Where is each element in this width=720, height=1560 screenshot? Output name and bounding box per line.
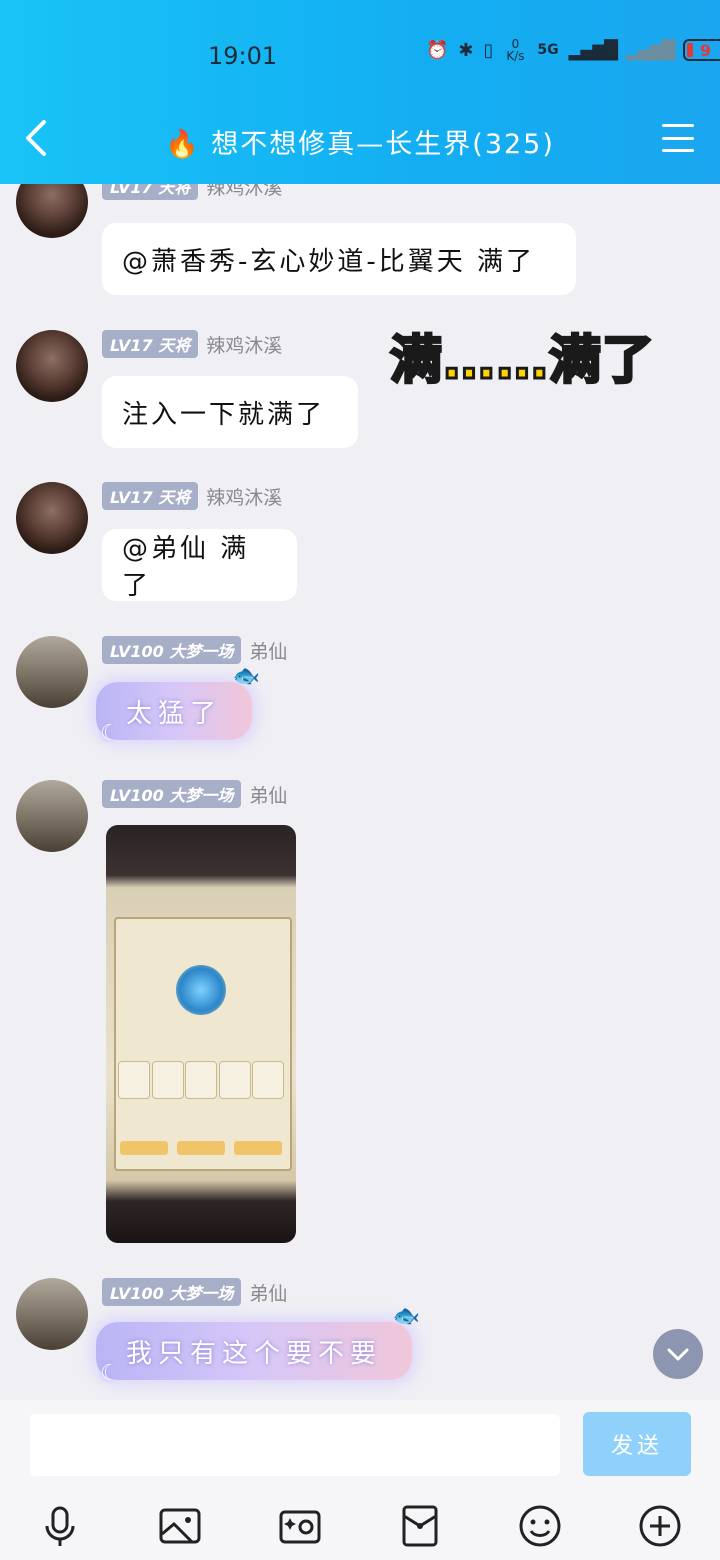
avatar[interactable]: [16, 780, 88, 852]
chat-title: 🔥 想不想修真—长生界(325): [0, 122, 720, 161]
sender-meta: LV17 天将 辣鸡沐溪: [102, 330, 282, 358]
treasure-icon: [176, 965, 226, 1015]
fire-icon: 🔥: [165, 129, 201, 160]
moon-icon: ☾: [100, 1361, 126, 1386]
sender-meta: LV100 大梦一场 弟仙: [102, 1278, 287, 1306]
camera-icon[interactable]: [276, 1502, 324, 1550]
message-bubble-fancy[interactable]: 太猛了 🐟 ☾: [96, 664, 260, 746]
game-panel: [114, 917, 292, 1171]
avatar[interactable]: [16, 184, 88, 238]
chat-title-text: 想不想修真—长生界(325): [211, 129, 555, 160]
sender-meta: LV100 大梦一场 弟仙: [102, 780, 287, 808]
image-icon[interactable]: [156, 1502, 204, 1550]
emoji-icon[interactable]: [516, 1502, 564, 1550]
avatar[interactable]: [16, 636, 88, 708]
level-badge: LV100 大梦一场: [102, 636, 242, 664]
avatar[interactable]: [16, 1278, 88, 1350]
alarm-icon: ⏰: [426, 39, 449, 61]
app-header: 19:01 ⏰ ✱ ▯ 0 K/s 5G ▂▄▆█ ▂▄▆█ 9 🔥 想不想修真…: [0, 0, 720, 184]
sender-name: 弟仙: [249, 1282, 288, 1305]
input-bar: 发送: [0, 1400, 720, 1492]
red-packet-icon[interactable]: [396, 1502, 444, 1550]
avatar[interactable]: [16, 482, 88, 554]
sender-meta: LV100 大梦一场 弟仙: [102, 636, 287, 664]
fish-icon: 🐟: [392, 1304, 427, 1329]
level-badge: LV100 大梦一场: [102, 1278, 242, 1306]
input-toolbar: [0, 1492, 720, 1560]
send-button[interactable]: 发送: [583, 1412, 691, 1476]
sender-name: 辣鸡沐溪: [206, 334, 283, 357]
item-row: [118, 1061, 284, 1101]
image-message[interactable]: [106, 825, 296, 1243]
message-bubble[interactable]: @弟仙 满了: [102, 529, 297, 601]
message-input[interactable]: [30, 1414, 560, 1476]
signal2-icon: ▂▄▆█: [626, 39, 675, 61]
net-speed: 0 K/s: [506, 37, 525, 63]
level-badge: LV17 天将: [102, 330, 199, 358]
game-buttons: [120, 1141, 282, 1155]
battery-icon: 9: [683, 39, 720, 61]
chevron-down-icon: [667, 1348, 689, 1361]
fish-icon: 🐟: [232, 664, 267, 689]
status-time: 19:01: [208, 42, 278, 70]
message-text: 太猛了: [126, 698, 223, 729]
level-badge: LV17 天将: [102, 482, 199, 510]
avatar[interactable]: [16, 330, 88, 402]
network-label: 5G: [537, 42, 559, 58]
level-badge: LV100 大梦一场: [102, 780, 242, 808]
status-icons: ⏰ ✱ ▯ 0 K/s 5G ▂▄▆█ ▂▄▆█ 9: [426, 38, 720, 62]
scroll-down-button[interactable]: [653, 1329, 703, 1379]
sender-meta: LV17 天将 辣鸡沐溪: [102, 482, 282, 510]
bluetooth-icon: ✱: [458, 39, 474, 61]
vibrate-icon: ▯: [483, 39, 494, 61]
sender-name: 辣鸡沐溪: [206, 486, 283, 509]
message-bubble[interactable]: 注入一下就满了: [102, 376, 358, 448]
battery-level: 9: [699, 40, 711, 60]
sender-name: 辣鸡沐溪: [206, 184, 283, 199]
menu-icon[interactable]: [662, 124, 694, 152]
chat-list[interactable]: LV17 天将 辣鸡沐溪 @萧香秀-玄心妙道-比翼天 满了 LV17 天将 辣鸡…: [0, 184, 720, 1400]
plus-icon[interactable]: [636, 1502, 684, 1550]
message-bubble[interactable]: @萧香秀-玄心妙道-比翼天 满了: [102, 223, 576, 295]
moon-icon: ☾: [100, 721, 126, 746]
sender-name: 弟仙: [249, 640, 288, 663]
signal-icon: ▂▄▆█: [568, 39, 618, 61]
sticker-text[interactable]: 满……满了: [388, 318, 655, 393]
sender-meta: LV17 天将 辣鸡沐溪: [102, 184, 282, 200]
sender-name: 弟仙: [249, 784, 288, 807]
microphone-icon[interactable]: [36, 1502, 84, 1550]
message-bubble-fancy[interactable]: 我只有这个要不要 🐟 ☾: [96, 1304, 420, 1386]
level-badge: LV17 天将: [102, 184, 199, 200]
message-text: 我只有这个要不要: [126, 1338, 383, 1369]
